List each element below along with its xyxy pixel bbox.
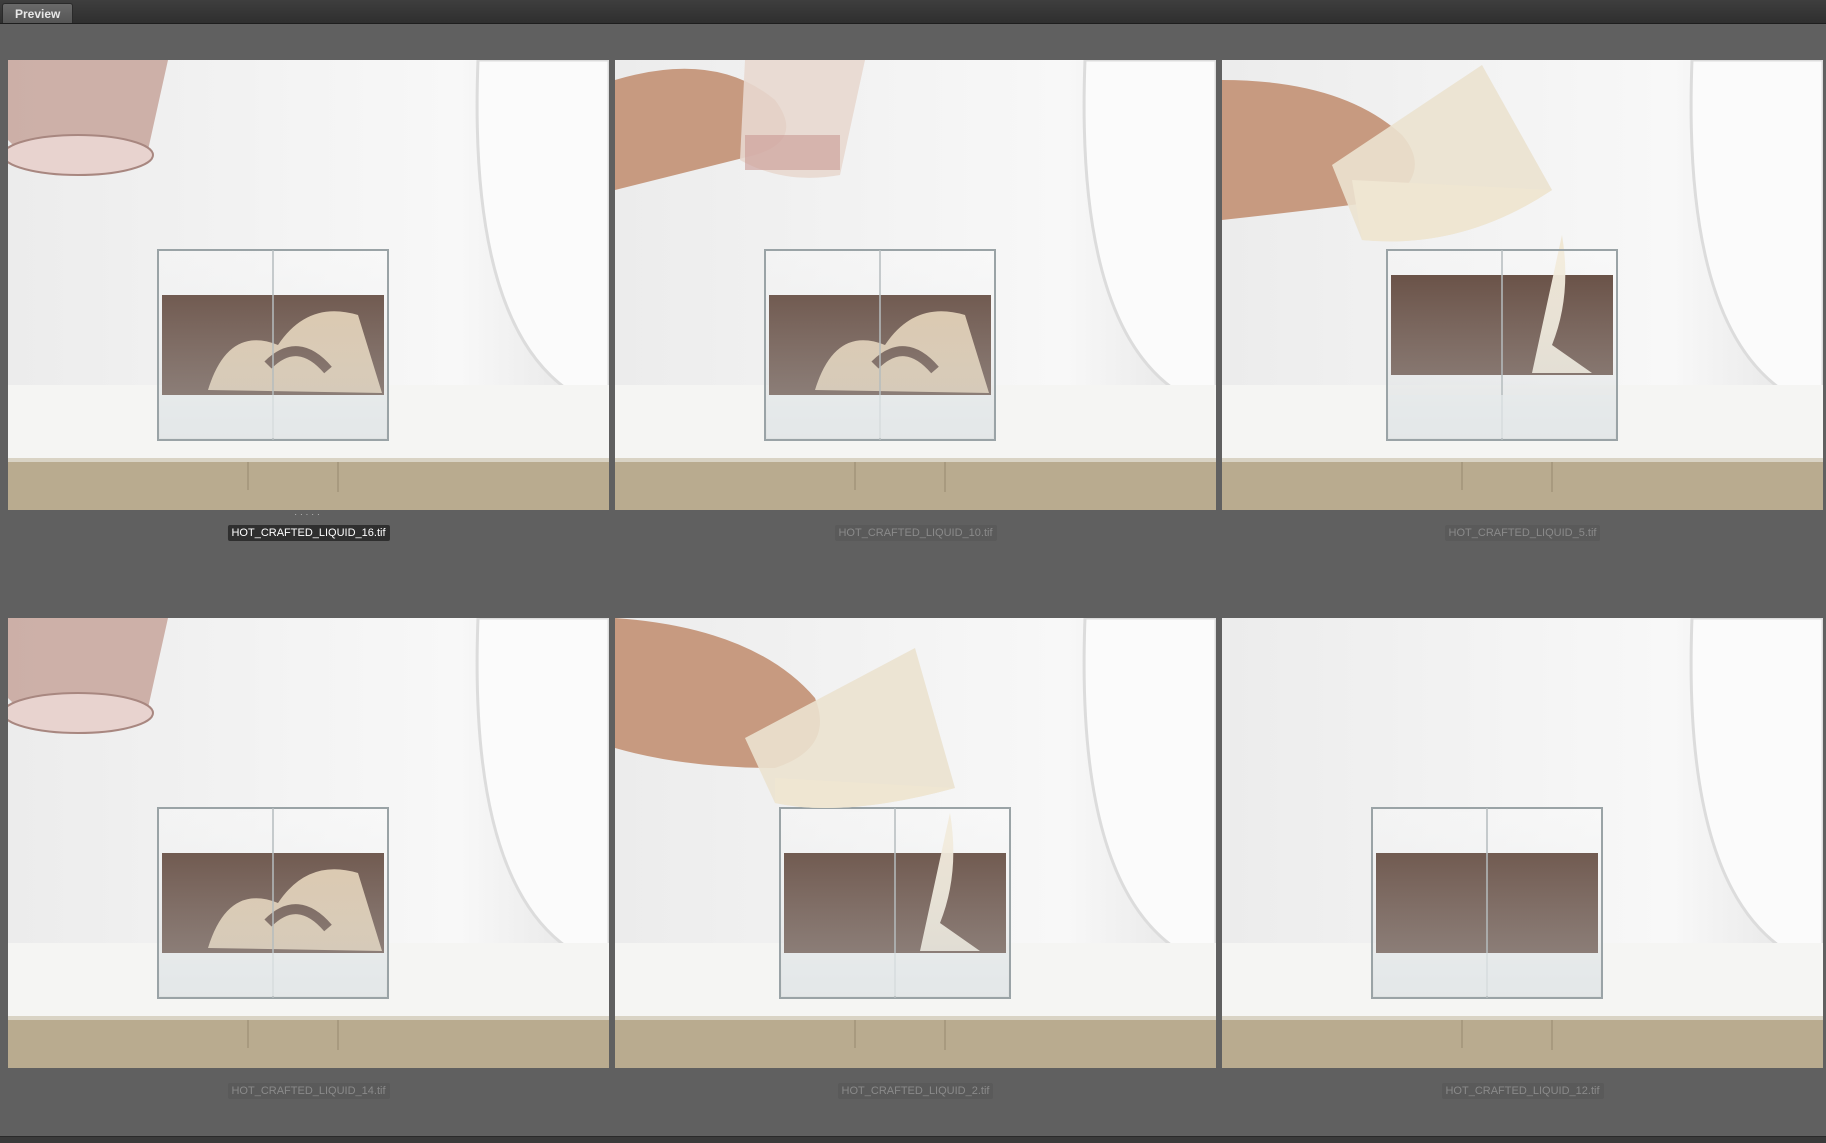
thumbnail-photo [1222, 618, 1823, 1068]
thumbnail-item[interactable]: HOT_CRAFTED_LIQUID_10.tif [615, 60, 1216, 541]
preview-window: Preview ····· HOT_CRAFTED_LIQUID_16.tif … [0, 0, 1826, 1143]
thumbnail-image[interactable] [1222, 60, 1823, 510]
thumbnail-filename: HOT_CRAFTED_LIQUID_5.tif [1444, 525, 1601, 541]
thumbnail-image[interactable] [615, 618, 1216, 1068]
thumbnail-filename: HOT_CRAFTED_LIQUID_14.tif [227, 1083, 390, 1099]
thumbnail-photo [8, 60, 609, 510]
tab-preview[interactable]: Preview [2, 3, 74, 23]
thumbnail-item[interactable]: HOT_CRAFTED_LIQUID_2.tif [615, 618, 1216, 1099]
thumbnail-filename: HOT_CRAFTED_LIQUID_16.tif [227, 525, 390, 541]
thumbnail-photo [615, 618, 1216, 1068]
thumbnail-image[interactable] [615, 60, 1216, 510]
bottom-border [0, 1136, 1826, 1143]
tab-bar: Preview [0, 0, 1826, 24]
thumbnail-item[interactable]: HOT_CRAFTED_LIQUID_14.tif [8, 618, 609, 1099]
thumbnail-filename: HOT_CRAFTED_LIQUID_10.tif [834, 525, 997, 541]
thumbnail-filename: HOT_CRAFTED_LIQUID_12.tif [1441, 1083, 1604, 1099]
thumbnail-item[interactable]: HOT_CRAFTED_LIQUID_5.tif [1222, 60, 1823, 541]
thumbnail-photo [8, 618, 609, 1068]
thumbnail-filename: HOT_CRAFTED_LIQUID_2.tif [837, 1083, 994, 1099]
rating-dots: ····· [294, 510, 323, 519]
thumbnail-grid: ····· HOT_CRAFTED_LIQUID_16.tif HOT_CRAF… [0, 24, 1826, 1136]
thumbnail-image[interactable] [8, 60, 609, 510]
thumbnail-photo [1222, 60, 1823, 510]
thumbnail-image[interactable] [8, 618, 609, 1068]
thumbnail-item[interactable]: ····· HOT_CRAFTED_LIQUID_16.tif [8, 60, 609, 541]
thumbnail-photo [615, 60, 1216, 510]
thumbnail-item[interactable]: HOT_CRAFTED_LIQUID_12.tif [1222, 618, 1823, 1099]
thumbnail-image[interactable] [1222, 618, 1823, 1068]
